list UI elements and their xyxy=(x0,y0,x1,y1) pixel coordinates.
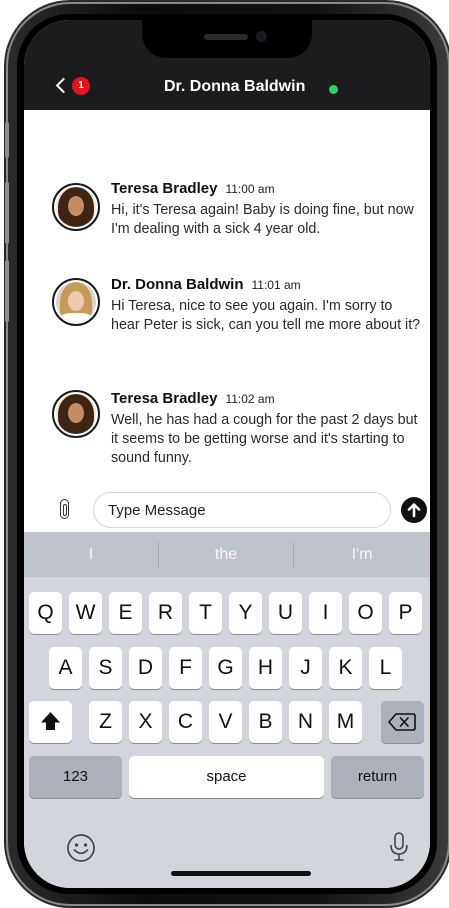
unread-count-badge[interactable]: 1 xyxy=(72,77,90,95)
key-h[interactable]: H xyxy=(249,647,282,689)
message-time: 11:02 am xyxy=(225,392,275,406)
phone-screen: 1 Dr. Donna Baldwin Teresa Bradley 11:00 … xyxy=(24,20,430,888)
message-input[interactable] xyxy=(93,492,391,528)
key-a[interactable]: A xyxy=(49,647,82,689)
key-p[interactable]: P xyxy=(389,592,422,634)
key-o[interactable]: O xyxy=(349,592,382,634)
avatar[interactable] xyxy=(52,390,100,438)
key-r[interactable]: R xyxy=(149,592,182,634)
suggestion-item[interactable]: the xyxy=(159,532,293,577)
avatar[interactable] xyxy=(52,183,100,231)
key-s[interactable]: S xyxy=(89,647,122,689)
key-l[interactable]: L xyxy=(369,647,402,689)
volume-up-button xyxy=(5,182,9,244)
message-text: Well, he has had a cough for the past 2 … xyxy=(111,412,418,466)
paperclip-icon[interactable] xyxy=(60,499,69,519)
key-x[interactable]: X xyxy=(129,701,162,743)
key-b[interactable]: B xyxy=(249,701,282,743)
home-indicator[interactable] xyxy=(171,871,311,876)
backspace-icon xyxy=(388,713,416,731)
space-key[interactable]: space xyxy=(129,756,324,798)
mute-switch xyxy=(5,122,9,158)
message-sender: Teresa Bradley xyxy=(111,390,218,407)
key-e[interactable]: E xyxy=(109,592,142,634)
key-z[interactable]: Z xyxy=(89,701,122,743)
key-t[interactable]: T xyxy=(189,592,222,634)
front-camera xyxy=(256,31,267,42)
message-composer xyxy=(24,488,430,532)
chevron-left-icon[interactable] xyxy=(55,77,72,94)
message-sender: Dr. Donna Baldwin xyxy=(111,276,244,293)
numbers-key[interactable]: 123 xyxy=(29,756,122,798)
message-time: 11:01 am xyxy=(251,278,301,292)
emoji-icon[interactable] xyxy=(66,833,96,863)
shift-icon xyxy=(41,712,60,730)
message-list[interactable]: Teresa Bradley 11:00 am Hi, it's Teresa a… xyxy=(24,110,430,488)
key-k[interactable]: K xyxy=(329,647,362,689)
message-sender: Teresa Bradley xyxy=(111,180,218,197)
key-f[interactable]: F xyxy=(169,647,202,689)
message-text: Hi Teresa, nice to see you again. I'm so… xyxy=(111,298,421,333)
key-c[interactable]: C xyxy=(169,701,202,743)
return-key[interactable]: return xyxy=(331,756,424,798)
key-v[interactable]: V xyxy=(209,701,242,743)
key-m[interactable]: M xyxy=(329,701,362,743)
key-n[interactable]: N xyxy=(289,701,322,743)
key-w[interactable]: W xyxy=(69,592,102,634)
message-text: Hi, it's Teresa again! Baby is doing fin… xyxy=(111,202,414,237)
arrow-up-icon xyxy=(407,503,421,518)
contact-name: Dr. Donna Baldwin xyxy=(164,78,306,95)
suggestion-item[interactable]: I'm xyxy=(294,532,430,577)
chat-header: 1 Dr. Donna Baldwin xyxy=(24,20,430,110)
volume-down-button xyxy=(5,260,9,322)
microphone-icon[interactable] xyxy=(388,831,410,863)
message-time: 11:00 am xyxy=(225,182,275,196)
shift-key[interactable] xyxy=(29,701,72,743)
online-status-indicator xyxy=(329,85,338,94)
speaker-grille xyxy=(204,34,248,40)
key-j[interactable]: J xyxy=(289,647,322,689)
send-button[interactable] xyxy=(401,497,427,523)
suggestion-bar: I the I'm xyxy=(24,532,430,577)
key-q[interactable]: Q xyxy=(29,592,62,634)
key-u[interactable]: U xyxy=(269,592,302,634)
delete-key[interactable] xyxy=(381,701,424,743)
suggestion-item[interactable]: I xyxy=(24,532,158,577)
key-g[interactable]: G xyxy=(209,647,242,689)
avatar[interactable] xyxy=(52,278,100,326)
notch xyxy=(142,20,312,58)
key-d[interactable]: D xyxy=(129,647,162,689)
key-i[interactable]: I xyxy=(309,592,342,634)
key-y[interactable]: Y xyxy=(229,592,262,634)
